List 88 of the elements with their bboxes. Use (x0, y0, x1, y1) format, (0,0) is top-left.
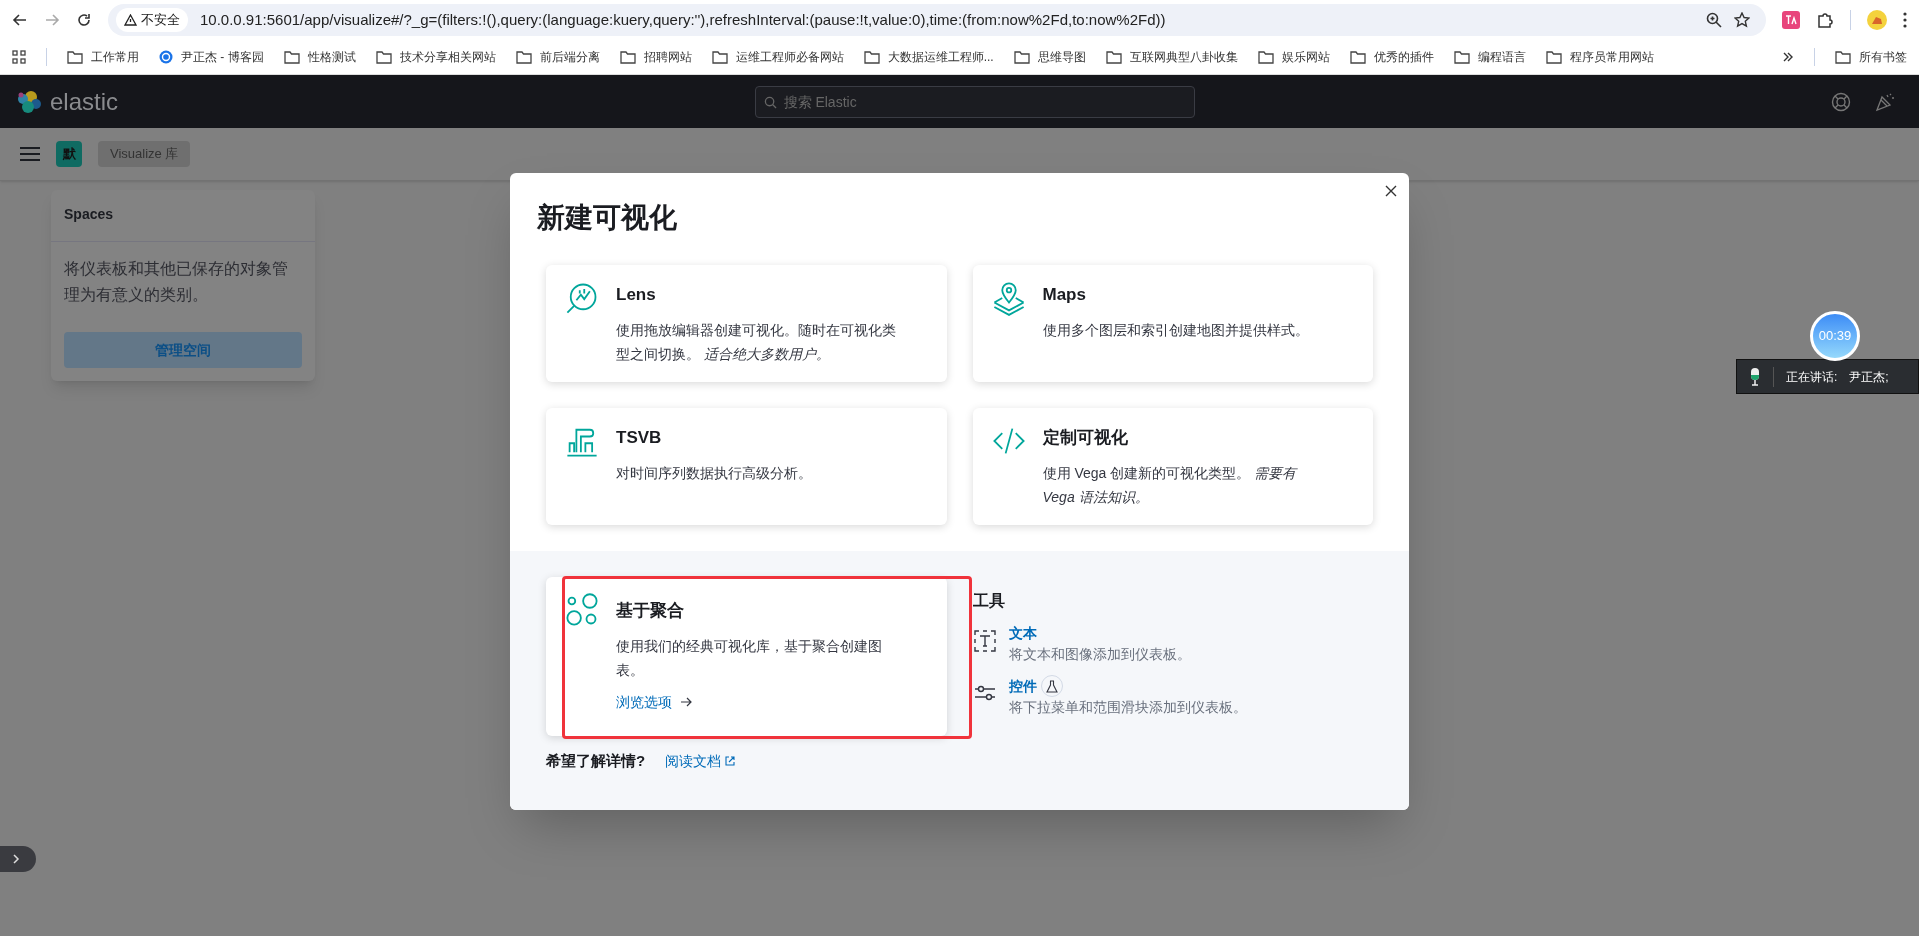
expand-button[interactable] (0, 846, 36, 872)
card-title: TSVB (616, 427, 663, 449)
tools-heading: 工具 (973, 591, 1006, 611)
card-title: 基于聚合 (616, 600, 685, 622)
aggregation-card[interactable]: 基于聚合 使用我们的经典可视化库，基于聚合创建图表。 浏览选项 (546, 577, 947, 736)
card-description: 对时间序列数据执行高级分析。 (616, 463, 812, 483)
folder-icon (1835, 50, 1851, 64)
bookmark-item[interactable]: 尹正杰 - 博客园 (159, 48, 264, 66)
visualization-card[interactable]: Maps 使用多个图层和索引创建地图并提供样式。 (972, 265, 1373, 382)
card-title: Lens (616, 284, 657, 306)
bookmark-item[interactable]: 性格测试 (283, 48, 356, 66)
back-icon[interactable] (12, 12, 28, 28)
timer-badge: 00:39 (1810, 311, 1860, 361)
bookmark-item[interactable]: 技术分享相关网站 (375, 48, 496, 66)
search-field[interactable]: 搜索 Elastic (754, 85, 1195, 118)
apps-grid-icon[interactable] (12, 50, 26, 64)
logo-icon[interactable] (16, 88, 42, 115)
chevrons-right-icon[interactable] (1782, 51, 1794, 63)
bookmark-item[interactable]: 招聘网站 (619, 48, 692, 66)
docs-link[interactable]: 阅读文档 (665, 750, 736, 772)
browse-options-link[interactable]: 浏览选项 (616, 691, 692, 713)
speaking-label: 正在讲话: (1786, 368, 1838, 386)
folder-icon (1105, 50, 1122, 64)
folder-icon (1453, 50, 1470, 64)
puzzle-icon[interactable] (1816, 11, 1834, 29)
bookmark-item[interactable]: 娱乐网站 (1257, 48, 1330, 66)
popover-title: Spaces (64, 205, 115, 224)
circles-icon (564, 592, 600, 628)
bookmark-item[interactable]: 程序员常用网站 (1545, 48, 1654, 66)
bookmark-item[interactable]: 优秀的插件 (1349, 48, 1434, 66)
visualization-card[interactable]: Lens 使用拖放编辑器创建可视化。随时在可视化类型之间切换。 适合绝大多数用户。 (546, 265, 947, 382)
tool-description: 将下拉菜单和范围滑块添加到仪表板。 (1009, 698, 1247, 717)
microphone-icon (1749, 367, 1761, 386)
bookmark-item[interactable]: 互联网典型八卦收集 (1105, 48, 1238, 66)
card-description: 使用拖放编辑器创建可视化。随时在可视化类型之间切换。 适合绝大多数用户。 (616, 320, 897, 364)
text-frame-icon (973, 629, 997, 653)
chevron-right-icon (12, 854, 20, 864)
bookmark-item[interactable]: 运维工程师必备网站 (711, 48, 844, 66)
folder-icon (863, 50, 880, 64)
folder-icon (1349, 50, 1366, 64)
search-icon (763, 95, 777, 109)
warning-icon (124, 14, 137, 26)
folder-icon (1013, 50, 1030, 64)
bookmark-item[interactable]: 编程语言 (1453, 48, 1526, 66)
url-text: 10.0.0.91:5601/app/visualize#/?_g=(filters:!(),query:(language:kuery,query:''),refreshInterval:(pause:!t,value:0),time:(from:now%2Fd,to:now%2Fd)) (200, 9, 1166, 30)
more-icon[interactable] (1903, 12, 1907, 28)
bookmark-item[interactable]: 大数据运维工程师... (863, 48, 994, 66)
folder-icon (283, 50, 300, 64)
globe-icon (159, 50, 173, 64)
folder-icon (619, 50, 636, 64)
folder-icon (711, 50, 728, 64)
profile-avatar-icon[interactable] (1867, 10, 1887, 30)
bookmark-item[interactable]: 工作常用 (67, 48, 139, 66)
visualization-card[interactable]: 定制可视化 使用 Vega 创建新的可视化类型。 需要有 Vega 语法知识。 (972, 408, 1373, 525)
help-icon[interactable] (1831, 91, 1851, 112)
folder-icon (1545, 50, 1562, 64)
bookmark-item[interactable]: 所有书签 (1835, 48, 1907, 66)
folder-icon (515, 50, 532, 64)
translate-extension-icon[interactable] (1782, 11, 1800, 29)
folder-icon (375, 50, 392, 64)
reload-icon[interactable] (76, 12, 92, 28)
address-bar[interactable]: 不安全 10.0.0.91:5601/app/visualize#/?_g=(filters:!(),query:(language:kuery,query:''),refreshInterval:(pause:!t,value:0),time:(from:now%2Fd,to:now%2Fd)) (108, 4, 1766, 36)
zoom-icon[interactable] (1706, 12, 1722, 28)
tool-link[interactable]: 文本 (1009, 623, 1037, 644)
bookmark-item[interactable]: 思维导图 (1013, 48, 1086, 66)
tool-link[interactable]: 控件 (1009, 675, 1037, 697)
folder-icon (1257, 50, 1274, 64)
arrow-right-icon (680, 697, 692, 707)
star-icon[interactable] (1734, 12, 1750, 28)
close-icon[interactable] (1383, 183, 1399, 199)
party-popper-icon[interactable] (1875, 91, 1895, 112)
speaker-name: 尹正杰; (1849, 368, 1889, 386)
card-description: 使用我们的经典可视化库，基于聚合创建图表。 (616, 636, 883, 680)
popover-description: 将仪表板和其他已保存的对象管理为有意义的类别。 (64, 259, 289, 305)
menu-icon[interactable] (20, 146, 40, 162)
logo-text: elastic (50, 86, 119, 117)
visualization-card[interactable]: TSVB 对时间序列数据执行高级分析。 (546, 408, 947, 525)
card-description: 使用 Vega 创建新的可视化类型。 需要有 Vega 语法知识。 (1042, 463, 1299, 507)
learn-more-label: 希望了解详情? (546, 751, 646, 771)
card-description: 使用多个图层和索引创建地图并提供样式。 (1042, 320, 1309, 340)
security-chip[interactable]: 不安全 (116, 8, 188, 32)
card-title: Maps (1042, 284, 1087, 306)
folder-icon (67, 50, 83, 64)
modal-title: 新建可视化 (537, 201, 677, 235)
tool-description: 将文本和图像添加到仪表板。 (1009, 645, 1191, 664)
bookmark-item[interactable]: 前后端分离 (515, 48, 600, 66)
card-title: 定制可视化 (1042, 427, 1129, 449)
external-link-icon (725, 756, 736, 767)
